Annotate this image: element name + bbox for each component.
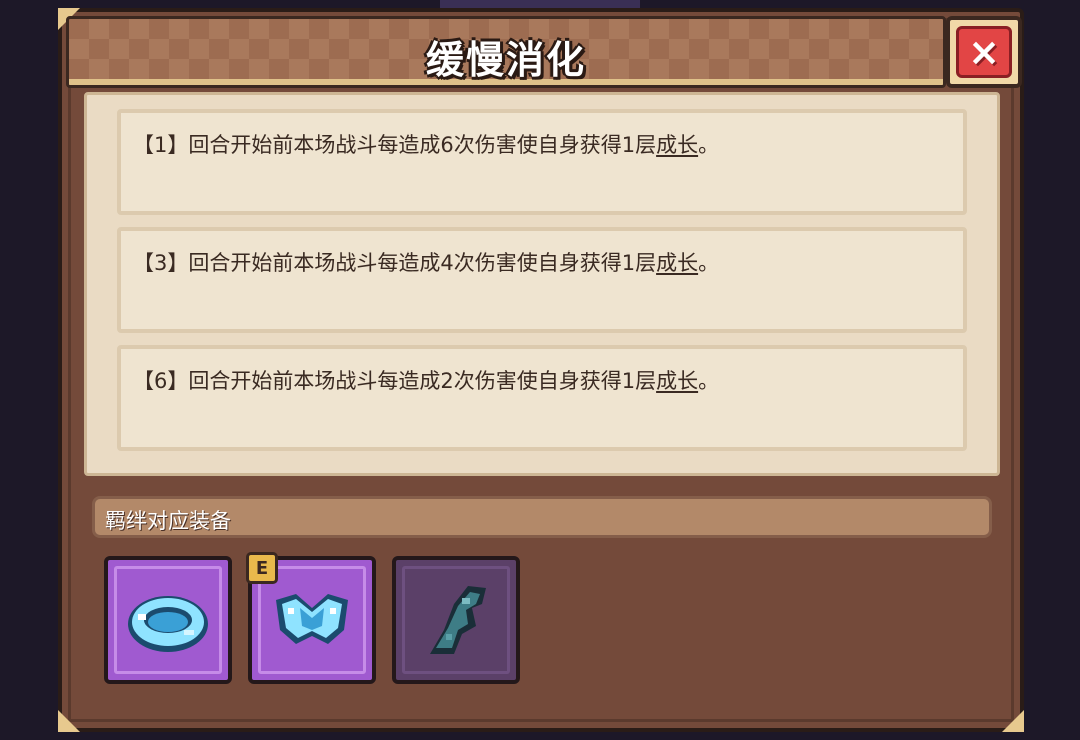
effects-list[interactable]: 【1】回合开始前本场战斗每造成6次伤害使自身获得1层成长。 【3】回合开始前本场… xyxy=(84,92,1000,476)
effect-text: 【6】回合开始前本场战斗每造成2次伤害使自身获得1层成长。 xyxy=(133,369,720,393)
equipment-slot-gauntlet[interactable] xyxy=(392,556,520,684)
equipment-slot-armor[interactable]: E xyxy=(246,552,376,684)
equipment-section-header: 羁绊对应装备 xyxy=(92,496,992,538)
effect-text: 【1】回合开始前本场战斗每造成6次伤害使自身获得1层成长。 xyxy=(133,133,720,157)
growth-keyword-link[interactable]: 成长 xyxy=(656,251,698,275)
crystal-gauntlet-icon xyxy=(430,586,486,654)
growth-keyword-link[interactable]: 成长 xyxy=(656,369,698,393)
dialog-header: 缓慢消化 xyxy=(66,16,946,88)
effect-row-1: 【1】回合开始前本场战斗每造成6次伤害使自身获得1层成长。 xyxy=(117,109,967,215)
close-icon: × xyxy=(956,26,1012,78)
crystal-ring-icon xyxy=(128,596,208,652)
equipment-slot-ring[interactable] xyxy=(104,556,232,684)
close-glyph: × xyxy=(968,30,1000,74)
effect-text: 【3】回合开始前本场战斗每造成4次伤害使自身获得1层成长。 xyxy=(133,251,720,275)
section-label: 羁绊对应装备 xyxy=(105,509,231,533)
growth-keyword-link[interactable]: 成长 xyxy=(656,133,698,157)
crystal-armor-icon xyxy=(276,594,348,644)
effect-row-2: 【3】回合开始前本场战斗每造成4次伤害使自身获得1层成长。 xyxy=(117,227,967,333)
corner-ornament xyxy=(1002,710,1024,732)
corner-ornament xyxy=(58,710,80,732)
dialog-title: 缓慢消化 xyxy=(425,38,586,82)
effect-row-3: 【6】回合开始前本场战斗每造成2次伤害使自身获得1层成长。 xyxy=(117,345,967,451)
synergy-dialog: 缓慢消化 × 【1】回合开始前本场战斗每造成6次伤害使自身获得1层成长。 【3】… xyxy=(58,8,1024,732)
close-button[interactable]: × xyxy=(946,16,1022,88)
